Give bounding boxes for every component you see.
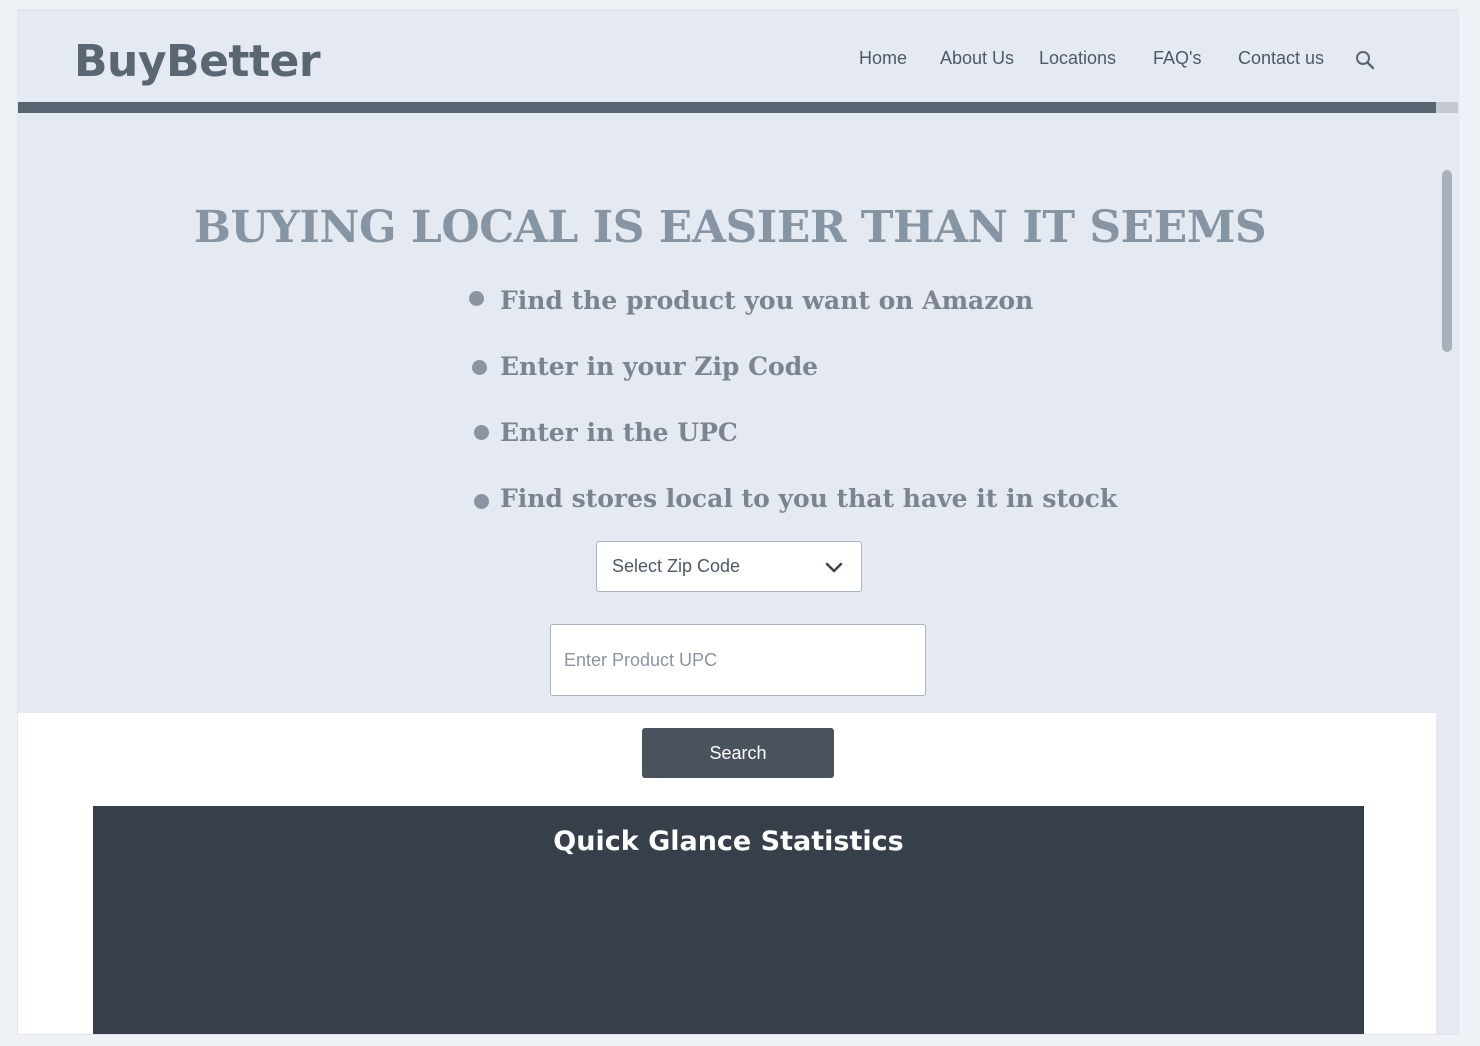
zip-code-select[interactable]: Select Zip Code (596, 541, 862, 592)
bullet-icon (474, 494, 489, 509)
nav-faqs[interactable]: FAQ's (1153, 48, 1201, 69)
scrollbar-thumb[interactable] (1442, 170, 1452, 352)
step-item: Enter in the UPC (500, 418, 738, 447)
header-divider-bar (18, 102, 1436, 113)
hero-headline: BUYING LOCAL IS EASIER THAN IT SEEMS (193, 202, 1267, 253)
bullet-icon (472, 360, 487, 375)
nav-about-us[interactable]: About Us (940, 48, 1014, 69)
nav-contact-us[interactable]: Contact us (1238, 48, 1324, 69)
upc-input[interactable] (550, 624, 926, 696)
stats-panel: Quick Glance Statistics (93, 806, 1364, 1034)
header-divider-end (1436, 102, 1458, 113)
page-frame: BuyBetter Home About Us Locations FAQ's … (18, 10, 1458, 1034)
bullet-icon (474, 425, 489, 440)
stats-title: Quick Glance Statistics (553, 826, 904, 857)
chevron-down-icon (825, 562, 843, 573)
step-item: Enter in your Zip Code (500, 352, 819, 381)
site-header: BuyBetter Home About Us Locations FAQ's … (18, 10, 1458, 102)
step-item: Find the product you want on Amazon (500, 286, 1034, 315)
zip-code-select-value: Select Zip Code (612, 556, 741, 576)
search-button[interactable]: Search (642, 728, 834, 778)
bullet-icon (469, 291, 484, 306)
search-icon[interactable] (1355, 50, 1375, 70)
nav-locations[interactable]: Locations (1039, 48, 1116, 69)
nav-home[interactable]: Home (859, 48, 907, 69)
brand-logo[interactable]: BuyBetter (74, 36, 321, 87)
lower-side-strip (1436, 713, 1458, 1034)
step-item: Find stores local to you that have it in… (500, 484, 1118, 513)
